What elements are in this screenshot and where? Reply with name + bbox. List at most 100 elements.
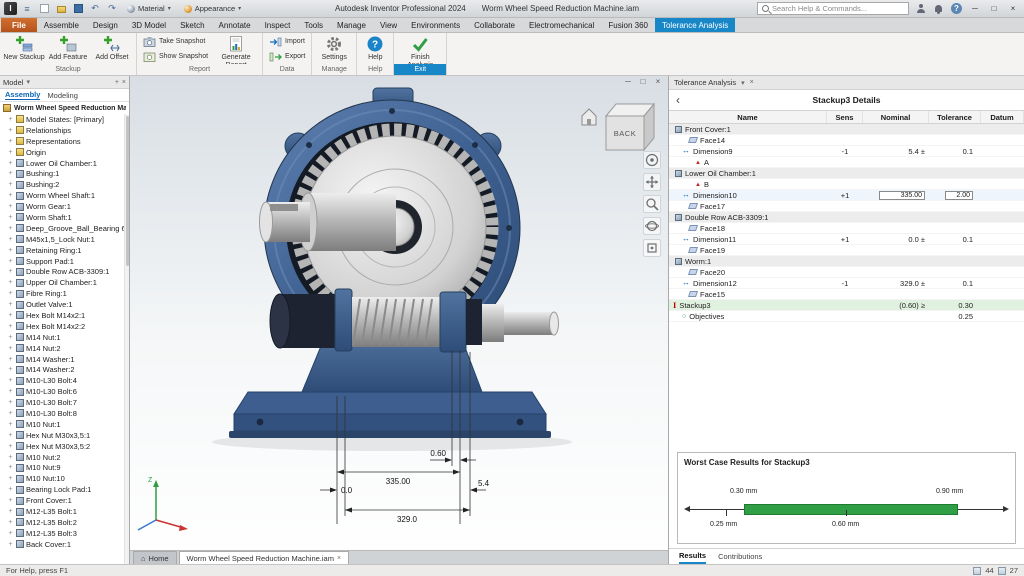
tree-item-representations[interactable]: +Representations	[0, 136, 129, 147]
look-at-icon[interactable]	[643, 239, 661, 257]
material-dropdown[interactable]: Material ▾	[122, 2, 176, 16]
ribbon-tab-electromechanical[interactable]: Electromechanical	[522, 18, 601, 32]
expand-icon[interactable]: +	[7, 356, 14, 363]
add-offset-button[interactable]: Add Offset	[91, 34, 133, 62]
navigation-wheel-icon[interactable]	[643, 151, 661, 169]
doc-minimize-icon[interactable]: ─	[622, 77, 634, 86]
stackup-row-face20[interactable]: Face20	[669, 267, 1024, 278]
expand-icon[interactable]: +	[7, 247, 14, 254]
inventor-app-icon[interactable]: I	[4, 2, 17, 15]
tree-item-m12-l35-bolt-2[interactable]: +M12-L35 Bolt:2	[0, 517, 129, 528]
expand-icon[interactable]: +	[7, 421, 14, 428]
expand-icon[interactable]: +	[7, 399, 14, 406]
ribbon-tab-view[interactable]: View	[373, 18, 404, 32]
expand-icon[interactable]: +	[7, 127, 14, 134]
tree-item-m10-l30-bolt-7[interactable]: +M10-L30 Bolt:7	[0, 397, 129, 408]
pedestal-base[interactable]	[229, 334, 551, 438]
expand-icon[interactable]: +	[7, 345, 14, 352]
ribbon-tab-tolerance-analysis[interactable]: Tolerance Analysis	[655, 18, 735, 32]
pan-icon[interactable]	[643, 173, 661, 191]
ribbon-tab-annotate[interactable]: Annotate	[212, 18, 258, 32]
tab-assembly[interactable]: Assembly	[5, 90, 40, 100]
expand-icon[interactable]: +	[7, 258, 14, 265]
expand-icon[interactable]: +	[7, 170, 14, 177]
expand-icon[interactable]: +	[7, 181, 14, 188]
doc-restore-icon[interactable]: □	[637, 77, 649, 86]
expand-icon[interactable]: +	[7, 508, 14, 515]
new-stackup-button[interactable]: New Stackup	[3, 34, 45, 62]
doc-close-icon[interactable]: ×	[652, 77, 664, 86]
tree-item-model-states-primary[interactable]: +Model States: [Primary]	[0, 114, 129, 125]
tab-active-document[interactable]: Worm Wheel Speed Reduction Machine.iam ×	[179, 551, 350, 564]
tree-item-worm-wheel-shaft-1[interactable]: +Worm Wheel Shaft:1	[0, 190, 129, 201]
tree-item-m14-nut-2[interactable]: +M14 Nut:2	[0, 343, 129, 354]
expand-icon[interactable]: +	[7, 192, 14, 199]
expand-icon[interactable]: +	[7, 519, 14, 526]
add-feature-button[interactable]: Add Feature	[47, 34, 89, 62]
show-snapshot-button[interactable]: Show Snapshot	[140, 49, 211, 64]
stackup-row-worm-1[interactable]: Worm:1	[669, 256, 1024, 267]
expand-icon[interactable]: +	[7, 475, 14, 482]
finish-analysis-button[interactable]: Finish Analysis	[397, 34, 443, 64]
browser-pane-tab-model[interactable]: Model	[3, 78, 23, 87]
expand-icon[interactable]: +	[7, 268, 14, 275]
appearance-dropdown[interactable]: Appearance ▾	[179, 2, 246, 16]
save-icon[interactable]	[71, 2, 85, 15]
ribbon-tab-environments[interactable]: Environments	[404, 18, 467, 32]
tree-item-bushing-2[interactable]: +Bushing:2	[0, 179, 129, 190]
window-restore-button[interactable]: □	[987, 2, 1001, 16]
chevron-down-icon[interactable]: ▾	[741, 79, 745, 87]
ribbon-tab-collaborate[interactable]: Collaborate	[467, 18, 522, 32]
tree-item-bearing-lock-pad-1[interactable]: +Bearing Lock Pad:1	[0, 484, 129, 495]
stackup-row-stackup3[interactable]: Stackup3(0.60) ≥0.30	[669, 300, 1024, 311]
close-pane-icon[interactable]: ×	[122, 79, 126, 86]
tree-item-bushing-1[interactable]: +Bushing:1	[0, 168, 129, 179]
tree-item-m14-washer-1[interactable]: +M14 Washer:1	[0, 354, 129, 365]
help-button[interactable]: ? Help	[360, 34, 390, 62]
expand-icon[interactable]: +	[7, 443, 14, 450]
expand-icon[interactable]: +	[7, 116, 14, 123]
expand-icon[interactable]: +	[7, 323, 14, 330]
open-file-icon[interactable]	[54, 2, 68, 15]
tree-item-lower-oil-chamber-1[interactable]: +Lower Oil Chamber:1	[0, 158, 129, 169]
chevron-down-icon[interactable]: ▾	[26, 78, 30, 86]
stackup-row-b[interactable]: B	[669, 179, 1024, 190]
browser-scrollbar[interactable]	[124, 114, 129, 564]
tree-item-m45x1-5-lock-nut-1[interactable]: +M45x1,5_Lock Nut:1	[0, 234, 129, 245]
expand-icon[interactable]: +	[7, 377, 14, 384]
stackup-row-dimension11[interactable]: Dimension11+10.0 ±0.1	[669, 234, 1024, 245]
ribbon-tab-inspect[interactable]: Inspect	[258, 18, 298, 32]
export-button[interactable]: Export	[266, 49, 308, 64]
add-pane-icon[interactable]: +	[115, 79, 119, 86]
tab-results[interactable]: Results	[679, 549, 706, 564]
tree-item-m14-nut-1[interactable]: +M14 Nut:1	[0, 332, 129, 343]
tree-item-origin[interactable]: +Origin	[0, 147, 129, 158]
search-input[interactable]: Search Help & Commands...	[757, 2, 909, 15]
stackup-row-a[interactable]: A	[669, 157, 1024, 168]
expand-icon[interactable]: +	[7, 301, 14, 308]
generate-report-button[interactable]: Generate Report	[213, 34, 259, 64]
zoom-icon[interactable]	[643, 195, 661, 213]
model-3d-view[interactable]: 0.60 335.00 0.0 5.4 329.0 Z	[130, 76, 668, 550]
expand-icon[interactable]: +	[7, 214, 14, 221]
new-file-icon[interactable]	[37, 2, 51, 15]
take-snapshot-button[interactable]: Take Snapshot	[140, 34, 211, 49]
worm-gear-reducer-model[interactable]: 0.60 335.00 0.0 5.4 329.0 Z	[138, 88, 654, 531]
tree-item-fibre-ring-1[interactable]: +Fibre Ring:1	[0, 288, 129, 299]
tree-item-hex-nut-m30x3-5-1[interactable]: +Hex Nut M30x3,5:1	[0, 430, 129, 441]
ribbon-tab-file[interactable]: File	[1, 18, 37, 32]
tree-item-worm-shaft-1[interactable]: +Worm Shaft:1	[0, 212, 129, 223]
expand-icon[interactable]: +	[7, 541, 14, 548]
column-header-name[interactable]: Name	[669, 111, 827, 123]
tree-item-double-row-acb-3309-1[interactable]: +Double Row ACB-3309:1	[0, 266, 129, 277]
expand-icon[interactable]: +	[7, 464, 14, 471]
expand-icon[interactable]: +	[7, 312, 14, 319]
worm-shaft-assembly[interactable]	[270, 289, 559, 352]
expand-icon[interactable]: +	[7, 486, 14, 493]
tree-item-worm-gear-1[interactable]: +Worm Gear:1	[0, 201, 129, 212]
tree-item-m10-l30-bolt-8[interactable]: +M10-L30 Bolt:8	[0, 408, 129, 419]
tab-contributions[interactable]: Contributions	[718, 552, 762, 561]
close-panel-icon[interactable]: ×	[750, 79, 754, 86]
expand-icon[interactable]: +	[7, 160, 14, 167]
redo-icon[interactable]: ↷	[105, 2, 119, 15]
